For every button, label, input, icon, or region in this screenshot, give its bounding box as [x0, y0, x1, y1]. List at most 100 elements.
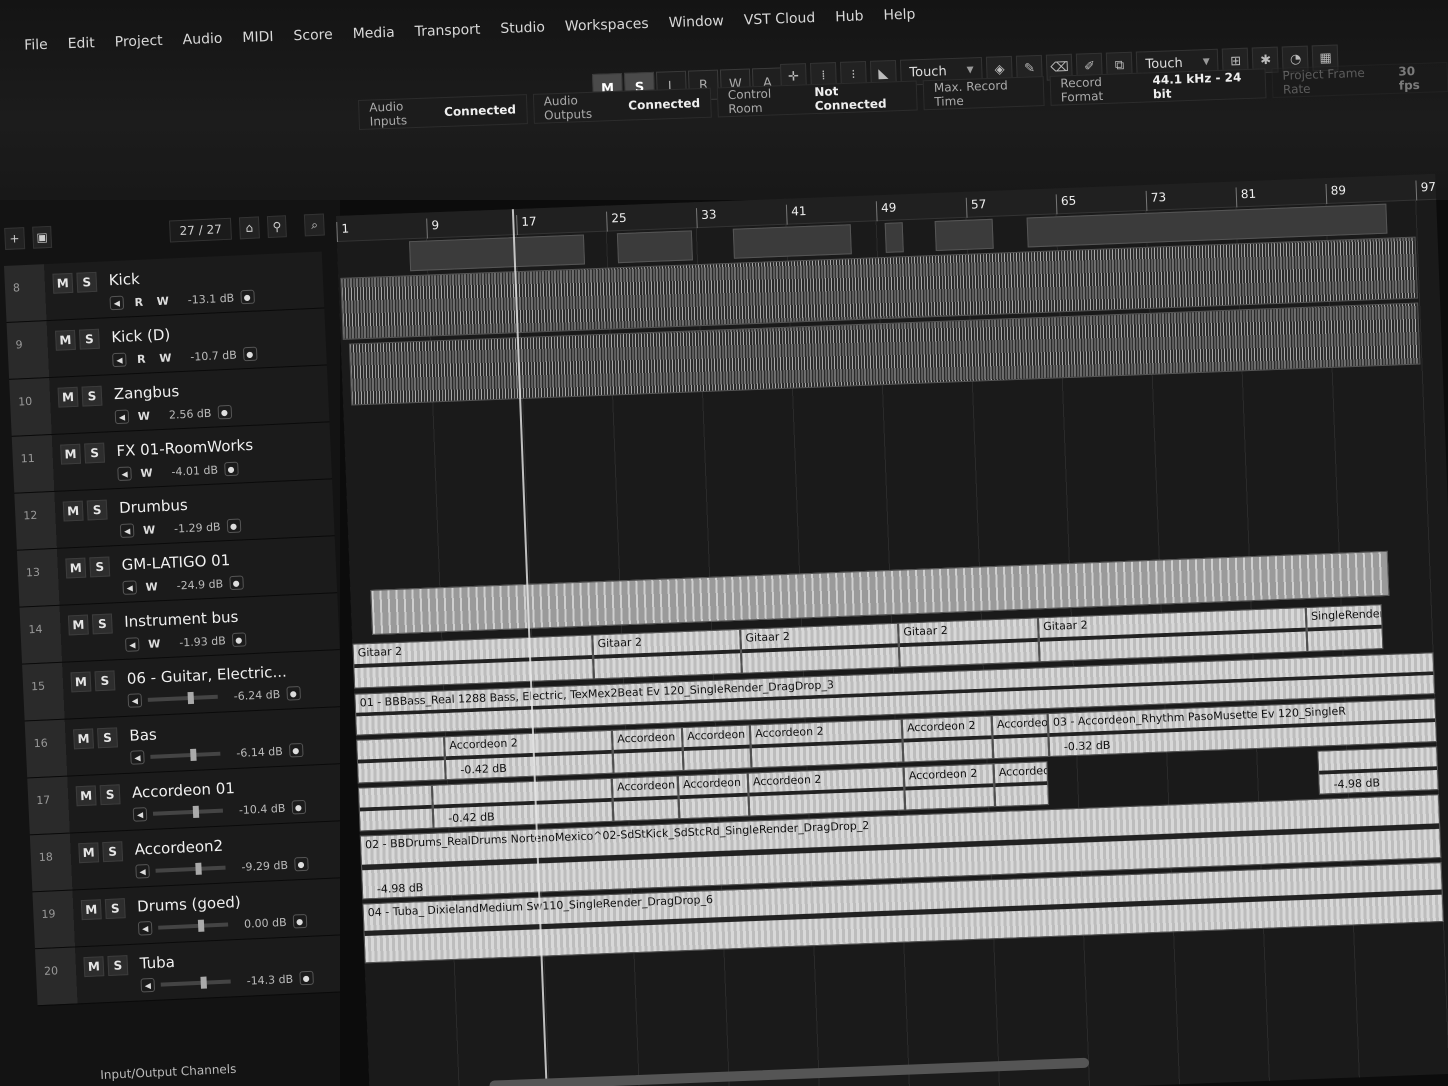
audio-event[interactable]: Accordeon 2 [903, 763, 996, 811]
horizontal-scrollbar[interactable] [489, 1057, 1090, 1086]
audio-event[interactable]: Accordeon [993, 761, 1050, 808]
track-solo-button[interactable]: S [78, 328, 100, 350]
menu-hub[interactable]: Hub [825, 8, 874, 26]
menu-project[interactable]: Project [105, 32, 173, 51]
audio-inputs-status[interactable]: Audio Inputs Connected [358, 94, 528, 130]
monitor-icon[interactable]: ● [298, 970, 314, 986]
speaker-icon[interactable]: ◀ [137, 920, 153, 936]
speaker-icon[interactable]: ◀ [135, 864, 150, 879]
input-output-channels[interactable]: Input/Output Channels [100, 1062, 237, 1082]
audio-event[interactable]: -0.42 dB [431, 777, 614, 829]
track-write-button[interactable]: W [135, 407, 154, 424]
monitor-icon[interactable]: ● [292, 913, 307, 929]
audio-event[interactable]: Gitaar 2 [740, 622, 900, 674]
track-mute-button[interactable]: M [60, 443, 82, 465]
track-volume[interactable]: -9.29 dB [241, 858, 288, 873]
menu-window[interactable]: Window [658, 13, 734, 32]
menu-workspaces[interactable]: Workspaces [555, 15, 659, 35]
track-write-button[interactable]: W [145, 635, 164, 652]
monitor-icon[interactable]: ● [285, 686, 301, 701]
menu-score[interactable]: Score [283, 27, 343, 45]
monitor-icon[interactable]: ● [231, 632, 247, 648]
track-name[interactable]: Instrument bus [124, 608, 239, 631]
track-solo-button[interactable]: S [91, 613, 113, 635]
speaker-icon[interactable]: ◀ [122, 580, 138, 595]
audio-event[interactable] [884, 222, 904, 253]
max-record-time[interactable]: Max. Record Time [922, 76, 1045, 111]
search-icon[interactable]: ⌕ [304, 213, 325, 237]
monitor-icon[interactable]: ● [239, 289, 255, 305]
monitor-icon[interactable]: ● [288, 742, 304, 758]
menu-studio[interactable]: Studio [490, 19, 555, 37]
volume-fader[interactable] [150, 748, 221, 762]
event-display[interactable]: 1 9 17 25 33 41 49 57 65 73 81 89 97 Gitaar 2 Gitaar … [336, 173, 1448, 1086]
audio-event[interactable]: Accordeon 2 [991, 713, 1050, 760]
menu-file[interactable]: File [14, 36, 58, 54]
audio-event[interactable]: Gitaar 2 [898, 617, 1040, 668]
track-name[interactable]: Drumbus [119, 496, 188, 517]
track-volume[interactable]: 2.56 dB [169, 406, 212, 421]
track-read-button[interactable]: R [129, 294, 148, 311]
audio-event[interactable]: -4.98 dB [1317, 746, 1439, 795]
track-mute-button[interactable]: M [73, 728, 94, 750]
speaker-icon[interactable]: ◀ [132, 807, 148, 822]
monitor-icon[interactable]: ● [291, 799, 306, 815]
track-solo-button[interactable]: S [104, 898, 126, 920]
track-solo-button[interactable]: S [94, 670, 116, 692]
track-name[interactable]: Kick [108, 270, 140, 289]
track-solo-button[interactable]: S [97, 727, 118, 749]
audio-event[interactable]: Accordeon 2 [681, 724, 752, 772]
speaker-icon[interactable]: ◀ [130, 750, 145, 765]
speaker-icon[interactable]: ◀ [114, 409, 130, 425]
track-volume[interactable]: -13.1 dB [187, 291, 234, 306]
folder-icon[interactable]: ▣ [31, 225, 53, 249]
audio-event[interactable]: Accordeon 2 [749, 718, 904, 769]
speaker-icon[interactable]: ◀ [117, 466, 132, 482]
menu-help[interactable]: Help [873, 6, 925, 24]
audio-event[interactable] [616, 230, 693, 264]
track-solo-button[interactable]: S [76, 271, 98, 293]
track-name[interactable]: Accordeon 01 [132, 779, 236, 802]
track-mute-button[interactable]: M [75, 785, 97, 807]
menu-vst-cloud[interactable]: VST Cloud [734, 10, 826, 29]
speaker-icon[interactable]: ◀ [109, 295, 125, 311]
track-write-button[interactable]: W [156, 349, 175, 366]
track-solo-button[interactable]: S [81, 385, 103, 407]
track-mute-button[interactable]: M [62, 500, 84, 522]
track-volume[interactable]: -14.3 dB [246, 972, 293, 987]
track-solo-button[interactable]: S [86, 499, 108, 521]
monitor-icon[interactable]: ● [217, 404, 232, 420]
track-name[interactable]: Drums (goed) [137, 893, 241, 916]
audio-event[interactable]: Accordeon [611, 727, 684, 774]
track-volume[interactable]: -10.4 dB [239, 801, 286, 816]
track-mute-button[interactable]: M [80, 899, 102, 921]
track-solo-button[interactable]: S [84, 442, 106, 464]
track-write-button[interactable]: W [137, 464, 156, 481]
track-mute-button[interactable]: M [57, 386, 79, 408]
add-track-icon[interactable]: + [4, 227, 25, 250]
audio-outputs-status[interactable]: Audio Outputs Connected [532, 87, 712, 124]
track-name[interactable]: FX 01-RoomWorks [116, 436, 253, 460]
track-mute-button[interactable]: M [70, 671, 92, 693]
monitor-icon[interactable]: ● [293, 856, 309, 872]
track-mute-button[interactable]: M [67, 614, 89, 636]
track-name[interactable]: 06 - Guitar, Electric... [126, 663, 287, 688]
track-solo-button[interactable]: S [99, 784, 121, 806]
track-name[interactable]: Tuba [139, 953, 175, 973]
audio-event[interactable] [732, 224, 852, 259]
track-solo-button[interactable]: S [107, 955, 129, 976]
audio-event[interactable] [357, 784, 434, 832]
home-icon[interactable]: ⌂ [239, 216, 260, 240]
track-mute-button[interactable]: M [83, 956, 105, 978]
volume-fader[interactable] [158, 919, 229, 932]
audio-event[interactable] [934, 218, 994, 252]
track-name[interactable]: Zangbus [114, 382, 180, 403]
monitor-icon[interactable]: ● [228, 575, 244, 591]
audio-event[interactable]: Accordeon [611, 775, 680, 822]
audio-event[interactable] [409, 234, 586, 272]
volume-fader[interactable] [147, 691, 218, 705]
track-volume[interactable]: -10.7 dB [190, 348, 237, 363]
audio-event[interactable]: Gitaar 2 [592, 628, 742, 680]
audio-event[interactable]: Gitaar 2 [352, 634, 594, 689]
speaker-icon[interactable]: ◀ [124, 637, 140, 652]
